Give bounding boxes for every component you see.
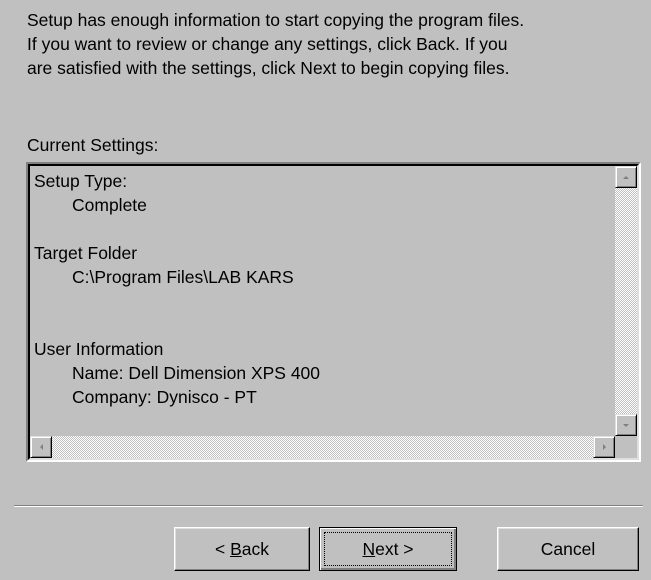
button-separator: [14, 505, 643, 507]
horizontal-scrollbar[interactable]: [30, 436, 615, 458]
cancel-button-label: Cancel: [540, 539, 596, 559]
back-button-label: < Back: [215, 539, 269, 559]
install-ready-dialog: Setup has enough information to start co…: [0, 0, 651, 580]
arrow-down-icon: [623, 424, 629, 427]
arrow-left-icon: [40, 444, 43, 450]
current-settings-label: Current Settings:: [27, 135, 159, 155]
back-accelerator: B: [230, 539, 242, 559]
arrow-right-icon: [603, 444, 606, 450]
settings-summary-text: Setup Type: Complete Target Folder C:\Pr…: [34, 169, 320, 409]
user-information-label: User Information: [34, 339, 164, 359]
scrollbar-corner: [615, 436, 637, 458]
company-line: Company: Dynisco - PT: [72, 387, 257, 407]
back-rest: ack: [241, 539, 269, 559]
intro-line-2: If you want to review or change any sett…: [27, 34, 508, 54]
cancel-button[interactable]: Cancel: [497, 527, 639, 571]
next-accelerator: N: [362, 539, 376, 559]
settings-summary-frame: Setup Type: Complete Target Folder C:\Pr…: [28, 164, 639, 460]
back-button[interactable]: < Back: [174, 527, 310, 571]
intro-line-1: Setup has enough information to start co…: [27, 10, 525, 30]
setup-type-label: Setup Type:: [34, 171, 128, 191]
scroll-down-button[interactable]: [615, 414, 637, 436]
scroll-left-button[interactable]: [30, 436, 52, 458]
intro-text: Setup has enough information to start co…: [27, 8, 647, 80]
back-prefix: <: [214, 539, 231, 559]
arrow-up-icon: [623, 176, 629, 179]
scroll-right-button[interactable]: [593, 436, 615, 458]
next-button-label: Next >: [362, 539, 413, 559]
next-button[interactable]: Next >: [319, 527, 457, 571]
next-rest: ext >: [375, 539, 414, 559]
settings-summary-box[interactable]: Setup Type: Complete Target Folder C:\Pr…: [26, 162, 641, 462]
vertical-scrollbar[interactable]: [615, 166, 637, 436]
target-folder-value: C:\Program Files\LAB KARS: [72, 267, 294, 287]
scroll-up-button[interactable]: [615, 166, 637, 188]
intro-line-3: are satisfied with the settings, click N…: [27, 58, 510, 78]
user-name-line: Name: Dell Dimension XPS 400: [72, 363, 321, 383]
setup-type-value: Complete: [72, 195, 147, 215]
target-folder-label: Target Folder: [34, 243, 138, 263]
